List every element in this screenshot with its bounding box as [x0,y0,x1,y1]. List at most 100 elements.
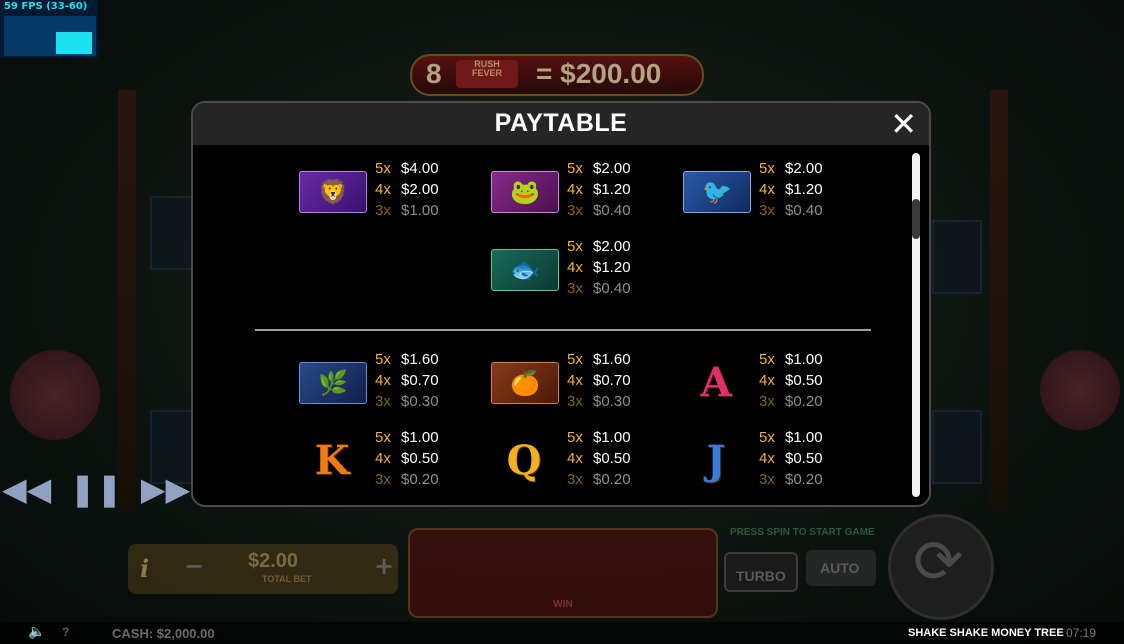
close-icon[interactable]: ✕ [890,105,917,143]
payout-amount: $2.00 [593,238,631,255]
payout-multiplier: 4x [375,372,391,389]
payout-multiplier: 3x [375,202,391,219]
fps-label: 59 FPS (33-60) [4,1,88,12]
jackpot-value: = $200.00 [536,58,662,89]
play-icon[interactable]: ▶▶ [141,470,190,508]
payout-list: 5x $2.00 4x $1.20 3x $0.40 [567,158,631,221]
payout-amount: $4.00 [401,160,439,177]
cash-balance: CASH: $2,000.00 [112,626,215,641]
payout-list: 5x $1.60 4x $0.70 3x $0.30 [567,349,631,412]
payout-multiplier: 5x [567,351,583,368]
status-bar: 🔈 ? CASH: $2,000.00 SHAKE SHAKE MONEY TR… [0,622,1124,644]
koi-fish-icon: 🐟 [491,249,559,291]
section-divider [255,329,871,331]
payout-row: 4x $0.50 [375,448,439,469]
payout-amount: $0.50 [785,450,823,467]
jackpot-banner: 8 RUSH FEVER = $200.00 [410,54,704,96]
payout-multiplier: 4x [567,372,583,389]
help-button[interactable]: ? [62,625,69,639]
pause-icon[interactable]: ❚❚ [69,470,123,508]
total-bet-label: TOTAL BET [262,574,312,584]
payout-multiplier: 3x [759,393,775,410]
payout-multiplier: 5x [759,160,775,177]
paytable-entry: J 5x $1.00 4x $0.50 3x $0.20 [683,427,853,493]
payout-multiplier: 5x [759,429,775,446]
payout-row: 3x $0.40 [567,200,631,221]
payout-list: 5x $1.00 4x $0.50 3x $0.20 [759,349,823,412]
payout-multiplier: 3x [375,393,391,410]
payout-list: 5x $1.00 4x $0.50 3x $0.20 [567,427,631,490]
payout-amount: $1.00 [785,429,823,446]
bet-controls: i − $2.00 TOTAL BET + [128,544,398,594]
bet-decrease-button[interactable]: − [184,552,204,580]
payout-row: 5x $1.60 [375,349,439,370]
payout-row: 4x $0.50 [759,370,823,391]
payout-multiplier: 4x [567,181,583,198]
payout-amount: $0.20 [593,471,631,488]
volume-icon[interactable]: 🔈 [28,624,45,640]
press-spin-hint: PRESS SPIN TO START GAME [730,527,875,538]
payout-amount: $0.70 [401,372,439,389]
turbo-button[interactable]: TURBO [724,552,798,592]
payout-row: 3x $0.20 [375,469,439,490]
fps-bars [56,32,92,54]
payout-multiplier: 3x [759,202,775,219]
payout-row: 3x $1.00 [375,200,439,221]
bet-increase-button[interactable]: + [374,552,394,580]
paytable-entry: 🌿 5x $1.60 4x $0.70 3x $0.30 [299,349,469,415]
payout-amount: $1.00 [401,429,439,446]
payout-amount: $0.30 [593,393,631,410]
payout-row: 3x $0.30 [567,391,631,412]
payout-amount: $0.50 [401,450,439,467]
payout-multiplier: 5x [567,160,583,177]
paytable-entry: A 5x $1.00 4x $0.50 3x $0.20 [683,349,853,415]
payout-row: 3x $0.20 [759,391,823,412]
payout-row: 5x $1.00 [375,427,439,448]
payout-amount: $2.00 [593,160,631,177]
spin-button[interactable]: ⟳ [888,514,994,620]
scrollbar-thumb[interactable] [912,199,920,239]
payout-row: 4x $1.20 [567,257,631,278]
paytable-header: PAYTABLE ✕ [193,103,929,145]
win-label: WIN [553,599,573,610]
payout-row: 5x $1.00 [759,427,823,448]
payout-row: 3x $0.30 [375,391,439,412]
payout-row: 3x $0.40 [759,200,823,221]
paytable-entry: K 5x $1.00 4x $0.50 3x $0.20 [299,427,469,493]
payout-multiplier: 4x [567,450,583,467]
payout-amount: $0.40 [593,280,631,297]
payout-multiplier: 4x [759,372,775,389]
payout-multiplier: 5x [759,351,775,368]
payout-amount: $0.30 [401,393,439,410]
info-button[interactable]: i [140,554,149,583]
payout-amount: $1.00 [401,202,439,219]
letter-k-icon: K [314,436,350,484]
win-display: WIN [408,528,718,618]
game-name: SHAKE SHAKE MONEY TREE [908,627,1064,639]
payout-amount: $0.50 [785,372,823,389]
payout-multiplier: 5x [375,160,391,177]
payout-multiplier: 4x [375,181,391,198]
payout-multiplier: 5x [567,429,583,446]
payout-multiplier: 3x [567,202,583,219]
paytable-entry: Q 5x $1.00 4x $0.50 3x $0.20 [491,427,661,493]
payout-amount: $0.40 [785,202,823,219]
fps-meter: 59 FPS (33-60) [0,0,98,58]
payout-multiplier: 5x [375,351,391,368]
fps-graph [4,16,96,56]
payout-row: 4x $1.20 [567,179,631,200]
auto-button[interactable]: AUTO [806,550,876,586]
payout-amount: $1.00 [785,351,823,368]
payout-row: 5x $4.00 [375,158,439,179]
paytable-entry: 🐸 5x $2.00 4x $1.20 3x $0.40 [491,158,661,224]
payout-row: 5x $1.60 [567,349,631,370]
payout-amount: $1.60 [401,351,439,368]
paytable-entry: 🍊 5x $1.60 4x $0.70 3x $0.30 [491,349,661,415]
payout-row: 4x $0.70 [375,370,439,391]
scrollbar[interactable] [912,153,920,497]
payout-row: 4x $0.70 [567,370,631,391]
payout-multiplier: 3x [759,471,775,488]
payout-multiplier: 3x [567,471,583,488]
payout-amount: $0.20 [401,471,439,488]
rewind-icon[interactable]: ◀◀ [2,470,51,508]
